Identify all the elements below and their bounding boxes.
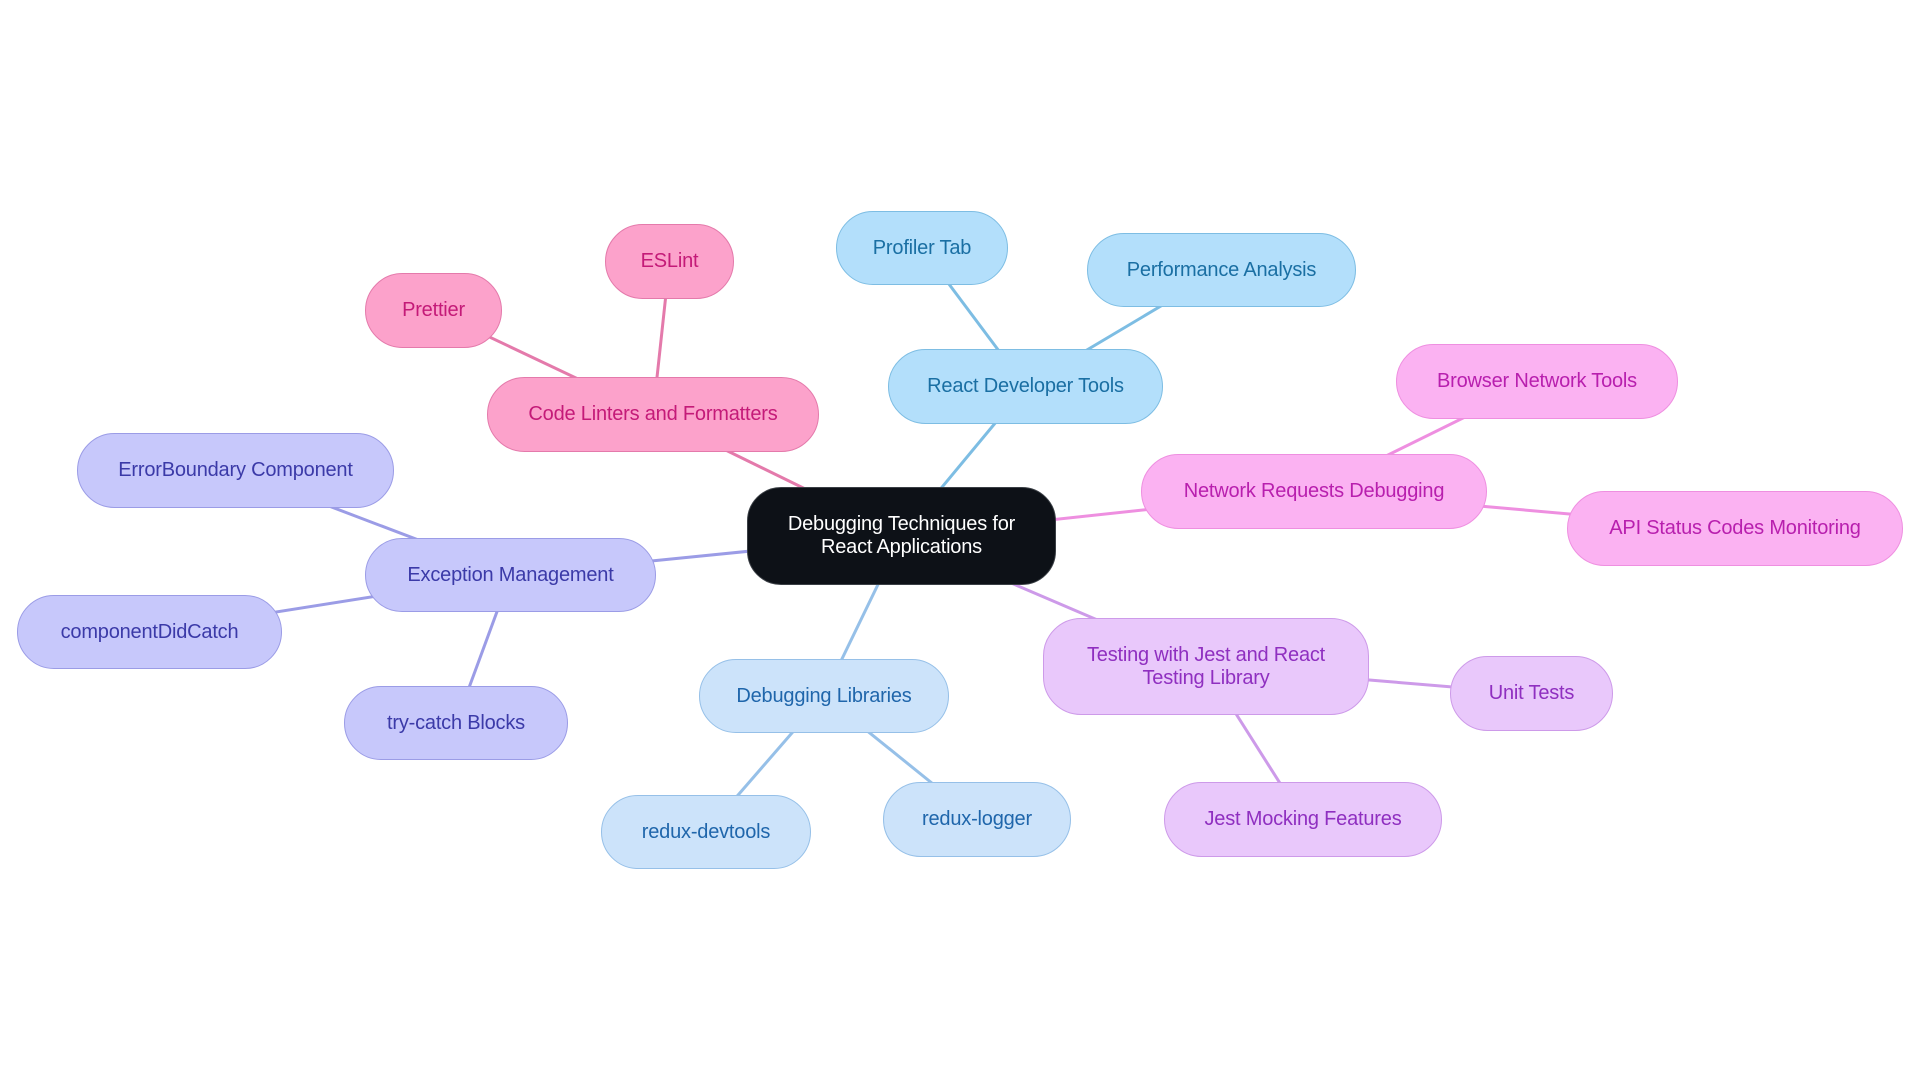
node-label: componentDidCatch bbox=[60, 620, 239, 643]
branch-node-network-requests-debugging[interactable]: Network Requests Debugging bbox=[1141, 454, 1487, 529]
leaf-node-browser-network-tools[interactable]: Browser Network Tools bbox=[1396, 344, 1678, 419]
node-label: Browser Network Tools bbox=[1437, 370, 1637, 392]
leaf-node-redux-devtools[interactable]: redux-devtools bbox=[601, 795, 811, 869]
node-label: Unit Tests bbox=[1488, 682, 1575, 704]
branch-node-exception-management[interactable]: Exception Management bbox=[365, 538, 656, 612]
branch-node-react-developer-tools[interactable]: React Developer Tools bbox=[888, 349, 1163, 424]
node-label: Code Linters and Formatters bbox=[528, 403, 778, 425]
leaf-node-jest-mocking-features[interactable]: Jest Mocking Features bbox=[1164, 782, 1442, 857]
leaf-node-redux-logger[interactable]: redux-logger bbox=[883, 782, 1071, 857]
node-label: redux-devtools bbox=[641, 820, 771, 843]
leaf-node-try-catch-blocks[interactable]: try-catch Blocks bbox=[344, 686, 568, 760]
root-node[interactable]: Debugging Techniques for React Applicati… bbox=[747, 487, 1056, 585]
leaf-node-eslint[interactable]: ESLint bbox=[605, 224, 734, 299]
node-label: Network Requests Debugging bbox=[1183, 480, 1445, 502]
node-label: ErrorBoundary Component bbox=[118, 459, 353, 481]
branch-node-debugging-libraries[interactable]: Debugging Libraries bbox=[699, 659, 949, 733]
node-label: Debugging Libraries bbox=[736, 684, 912, 707]
leaf-node-prettier[interactable]: Prettier bbox=[365, 273, 502, 348]
node-label: Exception Management bbox=[407, 563, 614, 586]
node-label: try-catch Blocks bbox=[387, 711, 525, 734]
branch-node-testing-jest-rtl[interactable]: Testing with Jest and React Testing Libr… bbox=[1043, 618, 1369, 715]
root-node-label: Debugging Techniques for React Applicati… bbox=[787, 513, 1016, 558]
node-label: ESLint bbox=[640, 250, 699, 272]
node-label: Prettier bbox=[402, 299, 465, 321]
node-label: API Status Codes Monitoring bbox=[1609, 517, 1861, 539]
branch-node-code-linters[interactable]: Code Linters and Formatters bbox=[487, 377, 819, 452]
node-label: redux-logger bbox=[922, 808, 1032, 830]
leaf-node-profiler-tab[interactable]: Profiler Tab bbox=[836, 211, 1008, 285]
leaf-node-componentdidcatch[interactable]: componentDidCatch bbox=[17, 595, 282, 669]
node-label: React Developer Tools bbox=[927, 375, 1124, 397]
node-label: Profiler Tab bbox=[872, 236, 972, 259]
leaf-node-errorboundary-component[interactable]: ErrorBoundary Component bbox=[77, 433, 394, 508]
node-label: Performance Analysis bbox=[1126, 258, 1317, 281]
leaf-node-api-status-codes-monitoring[interactable]: API Status Codes Monitoring bbox=[1567, 491, 1903, 566]
leaf-node-performance-analysis[interactable]: Performance Analysis bbox=[1087, 233, 1356, 307]
node-label: Testing with Jest and React Testing Libr… bbox=[1086, 643, 1326, 689]
node-label: Jest Mocking Features bbox=[1204, 808, 1402, 830]
leaf-node-unit-tests[interactable]: Unit Tests bbox=[1450, 656, 1613, 731]
